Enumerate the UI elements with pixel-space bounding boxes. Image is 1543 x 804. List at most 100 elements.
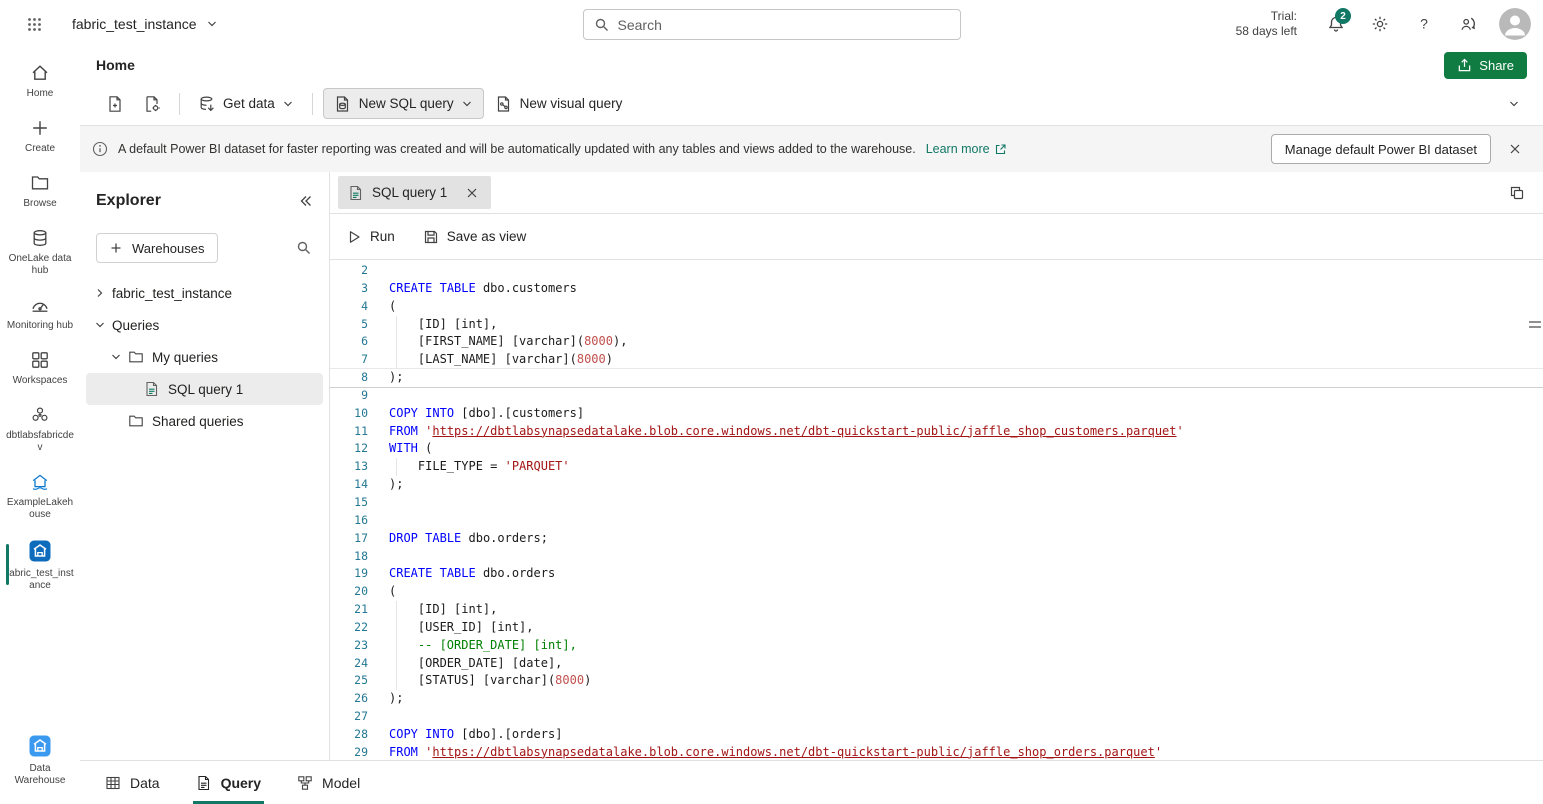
code-line-6[interactable]: 6 [FIRST_NAME] [varchar](8000), <box>330 333 1543 351</box>
warehouse-settings-button[interactable] <box>135 88 169 119</box>
account-avatar[interactable] <box>1499 8 1531 40</box>
code-line-29[interactable]: 29FROM 'https://dbtlabsynapsedatalake.bl… <box>330 744 1543 760</box>
nav-rail-label: Monitoring hub <box>7 320 73 332</box>
feedback-button[interactable] <box>1449 5 1487 43</box>
code-line-2[interactable]: 2 <box>330 262 1543 280</box>
copy-button[interactable] <box>1501 177 1533 209</box>
line-number: 10 <box>330 405 368 423</box>
banner-message: A default Power BI dataset for faster re… <box>118 142 916 156</box>
save-as-view-button[interactable]: Save as view <box>423 229 527 245</box>
learn-more-link[interactable]: Learn more <box>926 142 1007 156</box>
editor-tab-sql-query-1[interactable]: SQL query 1 <box>338 176 491 209</box>
nav-rail-item-browse[interactable]: Browse <box>0 164 80 219</box>
tab-title: SQL query 1 <box>372 185 447 200</box>
new-sql-query-button[interactable]: New SQL query <box>323 88 484 119</box>
notifications-button[interactable]: 2 <box>1317 5 1355 43</box>
run-button[interactable]: Run <box>346 229 395 245</box>
nav-rail-item-home[interactable]: Home <box>0 54 80 109</box>
help-button[interactable]: ? <box>1405 5 1443 43</box>
code-line-21[interactable]: 21 [ID] [int], <box>330 601 1543 619</box>
line-content: CREATE TABLE dbo.customers <box>368 280 577 298</box>
code-line-22[interactable]: 22 [USER_ID] [int], <box>330 619 1543 637</box>
bottom-tab-model[interactable]: Model <box>294 761 363 804</box>
code-line-24[interactable]: 24 [ORDER_DATE] [date], <box>330 655 1543 673</box>
code-line-19[interactable]: 19CREATE TABLE dbo.orders <box>330 565 1543 583</box>
tree-item-sql-query-1[interactable]: SQL query 1 <box>86 373 323 405</box>
code-line-20[interactable]: 20( <box>330 583 1543 601</box>
explorer-collapse-button[interactable] <box>291 186 321 216</box>
line-content: COPY INTO [dbo].[orders] <box>368 726 562 744</box>
nav-rail-item-workspaces[interactable]: Workspaces <box>0 341 80 396</box>
line-number: 24 <box>330 655 368 673</box>
line-number: 14 <box>330 476 368 494</box>
code-line-17[interactable]: 17DROP TABLE dbo.orders; <box>330 530 1543 548</box>
code-line-13[interactable]: 13 FILE_TYPE = 'PARQUET' <box>330 458 1543 476</box>
nav-rail-item-fabric-test-instance[interactable]: fabric_test_instance <box>0 530 80 601</box>
query-file-icon <box>196 775 212 791</box>
line-content: ( <box>368 583 396 601</box>
new-visual-query-button[interactable]: New visual query <box>487 88 631 119</box>
code-editor[interactable]: 23CREATE TABLE dbo.customers4(5 [ID] [in… <box>330 260 1543 760</box>
share-button[interactable]: Share <box>1444 52 1527 79</box>
get-data-button[interactable]: Get data <box>190 88 302 119</box>
code-line-3[interactable]: 3CREATE TABLE dbo.customers <box>330 280 1543 298</box>
code-line-5[interactable]: 5 [ID] [int], <box>330 316 1543 334</box>
gear-icon <box>1371 15 1389 33</box>
panel-resize-handle[interactable] <box>1529 318 1541 334</box>
search-input[interactable] <box>618 17 950 33</box>
code-line-10[interactable]: 10COPY INTO [dbo].[customers] <box>330 405 1543 423</box>
code-line-11[interactable]: 11FROM 'https://dbtlabsynapsedatalake.bl… <box>330 423 1543 441</box>
nav-rail-item-dbtlabsfabricdev[interactable]: dbtlabsfabricdev <box>0 396 80 463</box>
code-line-15[interactable]: 15 <box>330 494 1543 512</box>
tab-close-button[interactable] <box>463 184 481 202</box>
code-line-4[interactable]: 4( <box>330 298 1543 316</box>
line-number: 2 <box>330 262 368 280</box>
bottom-tab-data[interactable]: Data <box>102 761 163 804</box>
code-line-12[interactable]: 12WITH ( <box>330 440 1543 458</box>
global-search[interactable] <box>583 9 961 40</box>
line-number: 12 <box>330 440 368 458</box>
close-icon <box>1508 142 1522 156</box>
code-line-26[interactable]: 26); <box>330 690 1543 708</box>
tree-item-label: My queries <box>152 350 218 365</box>
line-number: 21 <box>330 601 368 619</box>
bottom-tab-query[interactable]: Query <box>193 761 264 804</box>
code-line-28[interactable]: 28COPY INTO [dbo].[orders] <box>330 726 1543 744</box>
nav-rail-item-create[interactable]: Create <box>0 109 80 164</box>
code-line-7[interactable]: 7 [LAST_NAME] [varchar](8000) <box>330 351 1543 369</box>
app-launcher-button[interactable] <box>10 0 58 48</box>
code-line-14[interactable]: 14); <box>330 476 1543 494</box>
banner-close-button[interactable] <box>1499 133 1531 165</box>
manage-default-dataset-button[interactable]: Manage default Power BI dataset <box>1271 134 1491 164</box>
code-line-16[interactable]: 16 <box>330 512 1543 530</box>
line-content: CREATE TABLE dbo.orders <box>368 565 555 583</box>
line-content: [LAST_NAME] [varchar](8000) <box>368 351 613 369</box>
nav-rail-item-onelake-data-hub[interactable]: OneLake data hub <box>0 219 80 286</box>
line-content: ); <box>368 690 403 708</box>
code-line-18[interactable]: 18 <box>330 548 1543 566</box>
nav-rail-item-examplelakehouse[interactable]: ExampleLakehouse <box>0 463 80 530</box>
nav-rail-label: Browse <box>23 198 56 210</box>
tree-item-fabric-test-instance[interactable]: fabric_test_instance <box>86 277 323 309</box>
code-line-8[interactable]: 8); <box>330 369 1543 387</box>
add-warehouses-button[interactable]: Warehouses <box>96 233 218 263</box>
code-line-27[interactable]: 27 <box>330 708 1543 726</box>
nav-rail-item-monitoring-hub[interactable]: Monitoring hub <box>0 286 80 341</box>
tree-item-my-queries[interactable]: My queries <box>86 341 323 373</box>
line-number: 8 <box>330 369 368 387</box>
workspace-switcher[interactable]: fabric_test_instance <box>64 10 226 38</box>
tab-home[interactable]: Home <box>84 53 147 77</box>
settings-button[interactable] <box>1361 5 1399 43</box>
nav-rail-item-data-warehouse[interactable]: Data Warehouse <box>0 725 80 796</box>
toolbar-collapse-button[interactable] <box>1499 89 1529 119</box>
line-content <box>368 262 389 280</box>
tree-item-queries[interactable]: Queries <box>86 309 323 341</box>
code-line-23[interactable]: 23 -- [ORDER_DATE] [int], <box>330 637 1543 655</box>
line-number: 11 <box>330 423 368 441</box>
collapse-left-icon <box>298 193 314 209</box>
code-line-9[interactable]: 9 <box>330 387 1543 405</box>
code-line-25[interactable]: 25 [STATUS] [varchar](8000) <box>330 672 1543 690</box>
new-report-button[interactable] <box>98 88 132 119</box>
tree-item-shared-queries[interactable]: Shared queries <box>86 405 323 437</box>
explorer-search-button[interactable] <box>289 233 319 263</box>
